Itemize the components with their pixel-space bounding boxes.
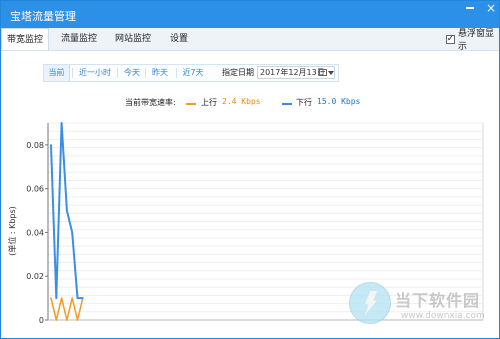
date-picker[interactable]: 2017年12月13日 [257, 66, 335, 79]
download-data-point [60, 122, 63, 124]
lightning-logo-icon [349, 282, 391, 324]
date-value: 2017年12月13日 [260, 68, 325, 77]
download-speed-value: 15.0 Kbps [317, 97, 361, 106]
download-legend-line [282, 103, 292, 105]
window-title: 宝塔流量管理 [10, 10, 76, 23]
calendar-icon[interactable] [319, 69, 327, 76]
today-range-button[interactable]: 今天 [122, 65, 142, 81]
tab-website-monitor[interactable]: 网站监控 [109, 28, 157, 50]
download-data-point [50, 144, 52, 146]
toolbar-divider [145, 68, 146, 78]
date-label: 指定日期 [222, 68, 254, 77]
download-data-point [55, 297, 58, 299]
floating-window-label: 悬浮窗显示 [458, 29, 495, 52]
upload-data-point [66, 319, 68, 321]
upload-data-point [71, 297, 73, 299]
y-tick-label: 0 [39, 316, 44, 325]
watermark-text: 当下软件园 [395, 291, 481, 310]
y-tick-label: 0.08 [26, 141, 44, 150]
y-axis-label: (单位 : Kbps) [7, 206, 17, 256]
current-bandwidth-rate: 当前带宽速率: 上行 2.4 Kbps 下行 15.0 Kbps [125, 97, 375, 109]
watermark: 当下软件园 www.downxia.com [349, 282, 494, 330]
last-hour-range-button[interactable]: 近一小时 [76, 65, 114, 81]
y-tick-label: 0.02 [26, 272, 44, 281]
toolbar-divider [176, 68, 177, 78]
bandwidth-rate-label: 当前带宽速率: [125, 98, 176, 107]
main-tabs: 带宽监控 流量监控 网站监控 设置 [1, 28, 499, 51]
upload-data-point [60, 297, 63, 299]
floating-window-option[interactable]: ✓ 悬浮窗显示 [446, 29, 499, 52]
upload-legend-line [186, 103, 196, 105]
watermark-url: www.downxia.com [401, 311, 485, 321]
close-button[interactable]: × [481, 0, 499, 15]
upload-data-point [55, 319, 58, 321]
floating-window-checkbox[interactable]: ✓ [446, 33, 455, 44]
minimize-icon [466, 6, 474, 9]
chevron-down-icon[interactable] [328, 71, 334, 75]
upload-data-point [76, 319, 79, 321]
app-window: 宝塔流量管理 × 带宽监控 流量监控 网站监控 设置 ✓ 悬浮窗显示 当前 近一… [0, 0, 500, 339]
minimize-button[interactable] [460, 1, 480, 14]
y-tick-label: 0.06 [26, 185, 44, 194]
bolt-icon [365, 291, 377, 315]
yesterday-range-button[interactable]: 昨天 [150, 65, 170, 81]
download-data-point [76, 297, 79, 299]
download-data-point [66, 209, 68, 212]
toolbar-divider [72, 68, 73, 78]
tab-settings[interactable]: 设置 [165, 28, 193, 50]
download-label: 下行 [296, 98, 312, 107]
check-icon: ✓ [446, 33, 455, 44]
download-data-point [71, 231, 73, 234]
time-range-toolbar: 当前 近一小时 今天 昨天 近7天 指定日期 2017年12月13日 [43, 64, 339, 82]
download-data-point [82, 297, 84, 299]
upload-label: 上行 [201, 98, 217, 107]
current-range-button[interactable]: 当前 [44, 65, 70, 81]
title-bar: 宝塔流量管理 × [1, 1, 499, 28]
toolbar-divider [117, 68, 118, 78]
last-7-days-range-button[interactable]: 近7天 [181, 65, 205, 81]
tab-traffic-monitor[interactable]: 流量监控 [59, 28, 99, 50]
close-icon: × [485, 0, 497, 15]
upload-data-point [50, 297, 52, 299]
y-tick-label: 0.04 [26, 228, 44, 237]
upload-speed-value: 2.4 Kbps [222, 97, 261, 106]
tab-bandwidth-monitor[interactable]: 带宽监控 [1, 28, 49, 50]
